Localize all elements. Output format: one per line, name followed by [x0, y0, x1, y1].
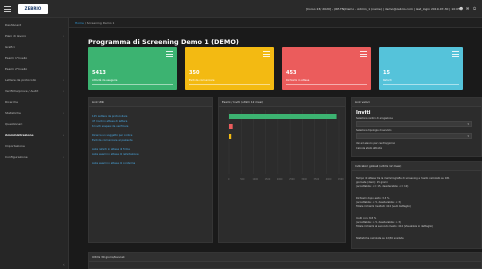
- stat-line[interactable]: Totale richiami risultati: 414 (vedi det…: [356, 205, 411, 208]
- link-elenco-centro[interactable]: Vai ad elenco per centro/giorno: [356, 142, 395, 145]
- sidebar-item-esami-1[interactable]: Esami 1°livello: [0, 53, 69, 63]
- chart-panel: Esami / Inviti (ultimi 12 mesi) 0 500 1000…: [218, 97, 346, 243]
- list-icon: [166, 51, 173, 59]
- bell-icon[interactable]: ✉: [466, 6, 470, 11]
- x-tick-label: 2500: [289, 178, 295, 181]
- session-info: [Corso 23/ 2020] - (RE-TN)Demo - Admin_1…: [305, 7, 460, 11]
- card-referti[interactable]: 15 Referti: [379, 47, 463, 90]
- list-icon: [360, 51, 367, 59]
- links-panel: Link Utili 125 Lettere da protocollare 4…: [88, 97, 213, 243]
- link-inviti-sospesi[interactable]: 6 Inviti sospesi da verificare: [92, 125, 128, 128]
- chart-panel-title: Esami / Inviti (ultimi 12 mesi): [219, 98, 345, 107]
- quick-links-title: Link veloci: [352, 98, 481, 107]
- stat-footnote: Statistiche calcolate su 12/30 scadute: [356, 237, 404, 240]
- stat-line: (accettabile: > 5, desiderabile: > 3): [356, 221, 401, 224]
- sidebar-item-configurazione[interactable]: Configurazione ›: [0, 152, 69, 162]
- sidebar-item-dashboard[interactable]: Dashboard: [0, 20, 69, 30]
- link-esami-refertazione[interactable]: Lista esami in attesa di refertazione: [92, 153, 139, 156]
- bar-chart: [228, 110, 340, 174]
- breadcrumb-home[interactable]: Home: [75, 21, 84, 25]
- page-title: Programma di Screening Demo 1 (DEMO): [88, 38, 239, 46]
- link-esiti-comunicare[interactable]: Esiti da comunicare al paziente: [92, 139, 133, 142]
- breadcrumb-current: Screening Demo 1: [86, 21, 115, 25]
- x-tick-label: 1500: [264, 178, 271, 181]
- stat-line: (accettabile: < 5, desiderabile: < 3): [356, 201, 401, 204]
- stat-line[interactable]: Totale richiami al secondo livello: 414 …: [356, 225, 433, 228]
- card-esiti[interactable]: 350 Esiti da comunicare: [185, 47, 274, 90]
- indicators-panel: Indicatori globali (ultimi 12 mesi) Temp…: [351, 161, 482, 249]
- link-referti-firma[interactable]: Lista referti in attesa di firma: [92, 148, 130, 151]
- x-tick-label: 4500: [338, 178, 344, 181]
- x-tick-label: 3500: [313, 178, 320, 181]
- stat-line: (accettabile: <= 15, desiderabile: <= 10…: [356, 185, 409, 188]
- user-icon[interactable]: ☻: [459, 6, 463, 11]
- sidebar-item-verifiche[interactable]: Verifiche/prove / Audit ›: [0, 86, 69, 96]
- select-centro-label: Seleziona centro di erogazione: [356, 117, 393, 120]
- bar-esami[interactable]: [229, 114, 337, 119]
- x-tick-label: 3000: [301, 178, 307, 181]
- sidebar-item-ricerche[interactable]: Ricerche: [0, 97, 69, 107]
- select-servizio-label: Seleziona tipologia di servizio: [356, 129, 392, 132]
- indicators-title: Indicatori globali (ultimi 12 mesi): [352, 162, 481, 171]
- stat-line: Inviti con: 8.8 %: [356, 217, 377, 220]
- sidebar-item-amministrazione[interactable]: Amministrazione ›: [0, 130, 69, 140]
- recent-panel-title: Ultimi 30 giorni/bancali: [89, 253, 481, 262]
- x-tick-label: 2000: [276, 178, 283, 181]
- chevron-down-icon: ▾: [467, 134, 469, 138]
- sidebar-item-importazione[interactable]: Importazione: [0, 141, 69, 151]
- sidebar-item-lettere[interactable]: Lettere da protocollo ›: [0, 75, 69, 85]
- breadcrumb: Home / Screening Demo 1: [69, 18, 482, 28]
- list-icon: [263, 51, 270, 59]
- card-attivita[interactable]: 5413 Attività da eseguire: [88, 47, 177, 90]
- sidebar-item-grafici[interactable]: Grafici: [0, 42, 69, 52]
- card-richiami[interactable]: 453 Richiami in attesa: [282, 47, 371, 90]
- stat-line: Tempo di attesa tra la mammografia di sc…: [356, 177, 450, 180]
- sidebar-item-piani[interactable]: Piani di lavoro ›: [0, 31, 69, 41]
- x-tick-label: 0: [228, 178, 230, 181]
- sidebar: Dashboard Piani di lavoro › Grafici Esami…: [0, 18, 69, 269]
- logout-icon[interactable]: ⏻: [473, 6, 477, 11]
- links-panel-title: Link Utili: [89, 98, 212, 107]
- sidebar-item-statistiche[interactable]: Statistiche ›: [0, 108, 69, 118]
- link-esami-conferma[interactable]: Lista esami in attesa di conferma: [92, 162, 135, 165]
- app-logo[interactable]: ZEBRIO: [18, 4, 48, 14]
- quick-links-panel: Link veloci Inviti Seleziona centro di e…: [351, 97, 482, 157]
- chevron-right-icon: ›: [62, 34, 64, 38]
- x-tick-label: 500: [240, 178, 245, 181]
- top-bar: ZEBRIO [Corso 23/ 2020] - (RE-TN)Demo - …: [0, 0, 482, 18]
- list-icon: [452, 51, 459, 59]
- sidebar-item-questionari[interactable]: Questionari: [0, 119, 69, 129]
- bar-esiti[interactable]: [229, 134, 232, 139]
- bar-richiami[interactable]: [229, 124, 233, 129]
- recent-panel: Ultimi 30 giorni/bancali: [88, 252, 482, 269]
- inviti-title: Inviti: [356, 110, 371, 116]
- select-servizio[interactable]: ▾: [356, 133, 472, 139]
- sidebar-item-esami-2[interactable]: Esami 2°livello: [0, 64, 69, 74]
- link-inviti-attesa[interactable]: 47 Inviti in attesa di lettera: [92, 120, 127, 123]
- x-tick-label: 4000: [325, 178, 332, 181]
- select-centro[interactable]: ▾: [356, 121, 472, 127]
- link-ricerca-soggetto[interactable]: Ricerca un soggetto per codice: [92, 134, 132, 137]
- stat-line: giornate (dieci): 15 giorni: [356, 181, 388, 184]
- stat-line: Richiami dopo esito: 3.3 %: [356, 197, 390, 200]
- collapse-sidebar-icon[interactable]: ‹: [63, 262, 65, 267]
- link-calcola-stato[interactable]: Calcola stato attività: [356, 147, 382, 150]
- link-lettere[interactable]: 125 Lettere da protocollare: [92, 115, 127, 118]
- x-tick-label: 1000: [252, 178, 259, 181]
- menu-icon[interactable]: [4, 6, 11, 12]
- chevron-down-icon: ▾: [467, 122, 469, 126]
